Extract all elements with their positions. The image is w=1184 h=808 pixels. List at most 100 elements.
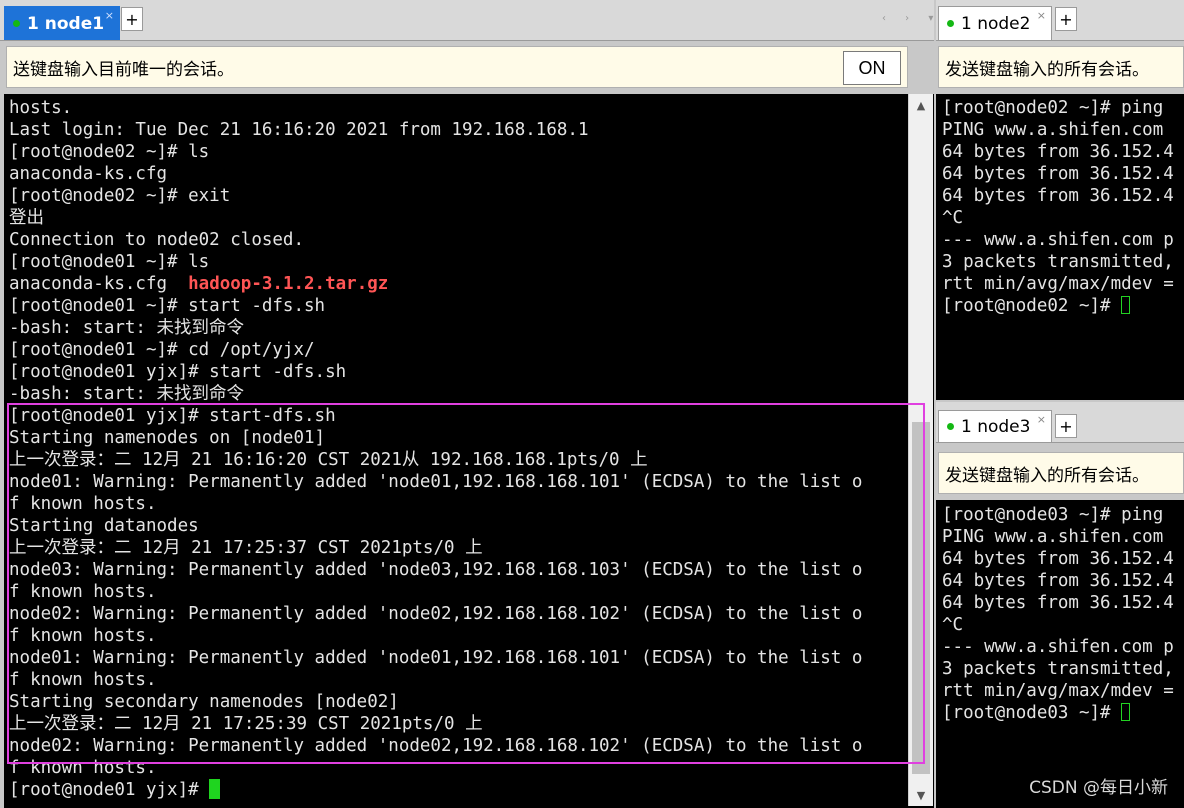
add-tab-button[interactable]: + (1055, 414, 1077, 438)
terminal-line: 64 bytes from 36.152.4 (942, 185, 1184, 207)
terminal-line: hosts. (9, 97, 905, 119)
terminal-output-node3: [root@node03 ~]# ping PING www.a.shifen.c… (942, 504, 1184, 804)
terminal-line: [root@node03 ~]# ping (942, 504, 1184, 526)
terminal-line-text: [root@node01 ~]# cd /opt/yjx/ (9, 340, 315, 360)
terminal-line: 登出 (9, 207, 905, 229)
status-dot-icon (13, 20, 20, 27)
terminal-line-text: [root@node03 ~]# (942, 703, 1122, 723)
broadcast-text: 送键盘输入目前唯一的会话。 (13, 59, 234, 80)
cursor-icon (1121, 703, 1131, 721)
close-icon[interactable]: × (1037, 413, 1046, 426)
terminal-line-text: PING www.a.shifen.com (942, 120, 1164, 140)
add-tab-button[interactable]: + (121, 7, 143, 31)
terminal-line-text: [root@node02 ~]# (942, 296, 1122, 316)
scroll-down-icon[interactable]: ▼ (909, 784, 933, 806)
close-icon[interactable]: × (105, 9, 114, 22)
cursor-icon (1121, 296, 1131, 314)
terminal-line-text: 64 bytes from 36.152.4 (942, 142, 1174, 162)
terminal-line-text: rtt min/avg/max/mdev = (942, 681, 1174, 701)
terminal-line: [root@node01 ~]# cd /opt/yjx/ (9, 339, 905, 361)
terminal-line-text: 64 bytes from 36.152.4 (942, 549, 1174, 569)
terminal-line-text: [root@node03 ~]# ping (942, 505, 1164, 525)
terminal-line: [root@node01 yjx]# start -dfs.sh (9, 361, 905, 383)
tab-nav-arrows[interactable]: ‹ › ▾ (882, 13, 941, 24)
terminal-line-text: 3 packets transmitted, (942, 659, 1174, 679)
cursor-icon (209, 779, 221, 799)
terminal-line-text: hosts. (9, 98, 73, 118)
terminal-line: 3 packets transmitted, (942, 658, 1184, 680)
terminal-output-node2: [root@node02 ~]# ping PING www.a.shifen.c… (942, 97, 1184, 397)
terminal-line-text: [root@node02 ~]# ls (9, 142, 210, 162)
terminal-line-text: ^C (942, 615, 964, 635)
terminal-line-text: --- www.a.shifen.com p (942, 637, 1174, 657)
terminal-line-text: PING www.a.shifen.com (942, 527, 1164, 547)
terminal-line: [root@node02 ~]# ping (942, 97, 1184, 119)
terminal-line: ^C (942, 207, 1184, 229)
tab-label: 1 node1 (27, 13, 105, 34)
terminal-line: [root@node01 ~]# ls (9, 251, 905, 273)
terminal-line-text: anaconda-ks.cfg (9, 274, 189, 294)
terminal-line-text: Connection to node02 closed. (9, 230, 305, 250)
terminal-line-text: anaconda-ks.cfg (9, 164, 168, 184)
terminal-line: -bash: start: 未找到命令 (9, 383, 905, 405)
terminal-line: PING www.a.shifen.com (942, 526, 1184, 548)
terminal-line: --- www.a.shifen.com p (942, 636, 1184, 658)
terminal-line-text: [root@node02 ~]# exit (9, 186, 231, 206)
terminal-line: [root@node02 ~]# (942, 295, 1184, 317)
terminal-line-text: -bash: start: 未找到命令 (9, 384, 245, 404)
add-tab-button[interactable]: + (1055, 7, 1077, 31)
tab-label: 1 node2 (961, 13, 1031, 34)
terminal-line-text: [root@node01 ~]# ls (9, 252, 210, 272)
terminal-line: anaconda-ks.cfg (9, 163, 905, 185)
tab-node2[interactable]: 1 node2 × (938, 6, 1052, 40)
terminal-line-text: [root@node01 yjx]# (9, 780, 210, 800)
terminal-line: [root@node02 ~]# exit (9, 185, 905, 207)
terminal-line-text: --- www.a.shifen.com p (942, 230, 1174, 250)
terminal-line-text: [root@node02 ~]# ping (942, 98, 1164, 118)
terminal-line-text: 64 bytes from 36.152.4 (942, 186, 1174, 206)
broadcast-bar: 送键盘输入目前唯一的会话。 ON (6, 46, 908, 88)
highlight-box (7, 403, 925, 764)
terminal-line: 64 bytes from 36.152.4 (942, 163, 1184, 185)
terminal-line: 64 bytes from 36.152.4 (942, 592, 1184, 614)
terminal-line: [root@node02 ~]# ls (9, 141, 905, 163)
terminal-line-text: 登出 (9, 208, 44, 228)
terminal-line: [root@node01 yjx]# (9, 779, 905, 801)
terminal-line-text: ^C (942, 208, 964, 228)
terminal-line: anaconda-ks.cfg hadoop-3.1.2.tar.gz (9, 273, 905, 295)
status-dot-icon (947, 423, 954, 430)
close-icon[interactable]: × (1037, 9, 1046, 22)
terminal-line-text: [root@node01 yjx]# start -dfs.sh (9, 362, 347, 382)
terminal-line: -bash: start: 未找到命令 (9, 317, 905, 339)
terminal-line: Last login: Tue Dec 21 16:16:20 2021 fro… (9, 119, 905, 141)
terminal-line: 64 bytes from 36.152.4 (942, 570, 1184, 592)
terminal-line: [root@node03 ~]# (942, 702, 1184, 724)
terminal-line: PING www.a.shifen.com (942, 119, 1184, 141)
tab-node3[interactable]: 1 node3 × (938, 410, 1052, 442)
terminal-line: 64 bytes from 36.152.4 (942, 141, 1184, 163)
terminal-line-text: rtt min/avg/max/mdev = (942, 274, 1174, 294)
terminal-line-text: 64 bytes from 36.152.4 (942, 571, 1174, 591)
tab-node1[interactable]: 1 node1 × (4, 6, 120, 40)
tab-label: 1 node3 (961, 416, 1031, 437)
status-dot-icon (947, 20, 954, 27)
terminal-line-text: 64 bytes from 36.152.4 (942, 593, 1174, 613)
archive-file-name: hadoop-3.1.2.tar.gz (188, 274, 389, 294)
terminal-line: rtt min/avg/max/mdev = (942, 680, 1184, 702)
scroll-up-icon[interactable]: ▲ (909, 94, 933, 116)
terminal-line: Connection to node02 closed. (9, 229, 905, 251)
terminal-line-text: -bash: start: 未找到命令 (9, 318, 245, 338)
terminal-line: 64 bytes from 36.152.4 (942, 548, 1184, 570)
terminal-line-text: 3 packets transmitted, (942, 252, 1174, 272)
terminal-line-text: Last login: Tue Dec 21 16:16:20 2021 fro… (9, 120, 589, 140)
broadcast-on-button[interactable]: ON (843, 51, 901, 85)
terminal-line-text: 64 bytes from 36.152.4 (942, 164, 1174, 184)
terminal-line: ^C (942, 614, 1184, 636)
broadcast-text: 发送键盘输入的所有会话。 (945, 59, 1149, 80)
terminal-line: rtt min/avg/max/mdev = (942, 273, 1184, 295)
broadcast-bar: 发送键盘输入的所有会话。 (938, 452, 1184, 494)
terminal-line: 3 packets transmitted, (942, 251, 1184, 273)
broadcast-bar: 发送键盘输入的所有会话。 (938, 46, 1184, 88)
terminal-line: [root@node01 ~]# start -dfs.sh (9, 295, 905, 317)
terminal-line: --- www.a.shifen.com p (942, 229, 1184, 251)
